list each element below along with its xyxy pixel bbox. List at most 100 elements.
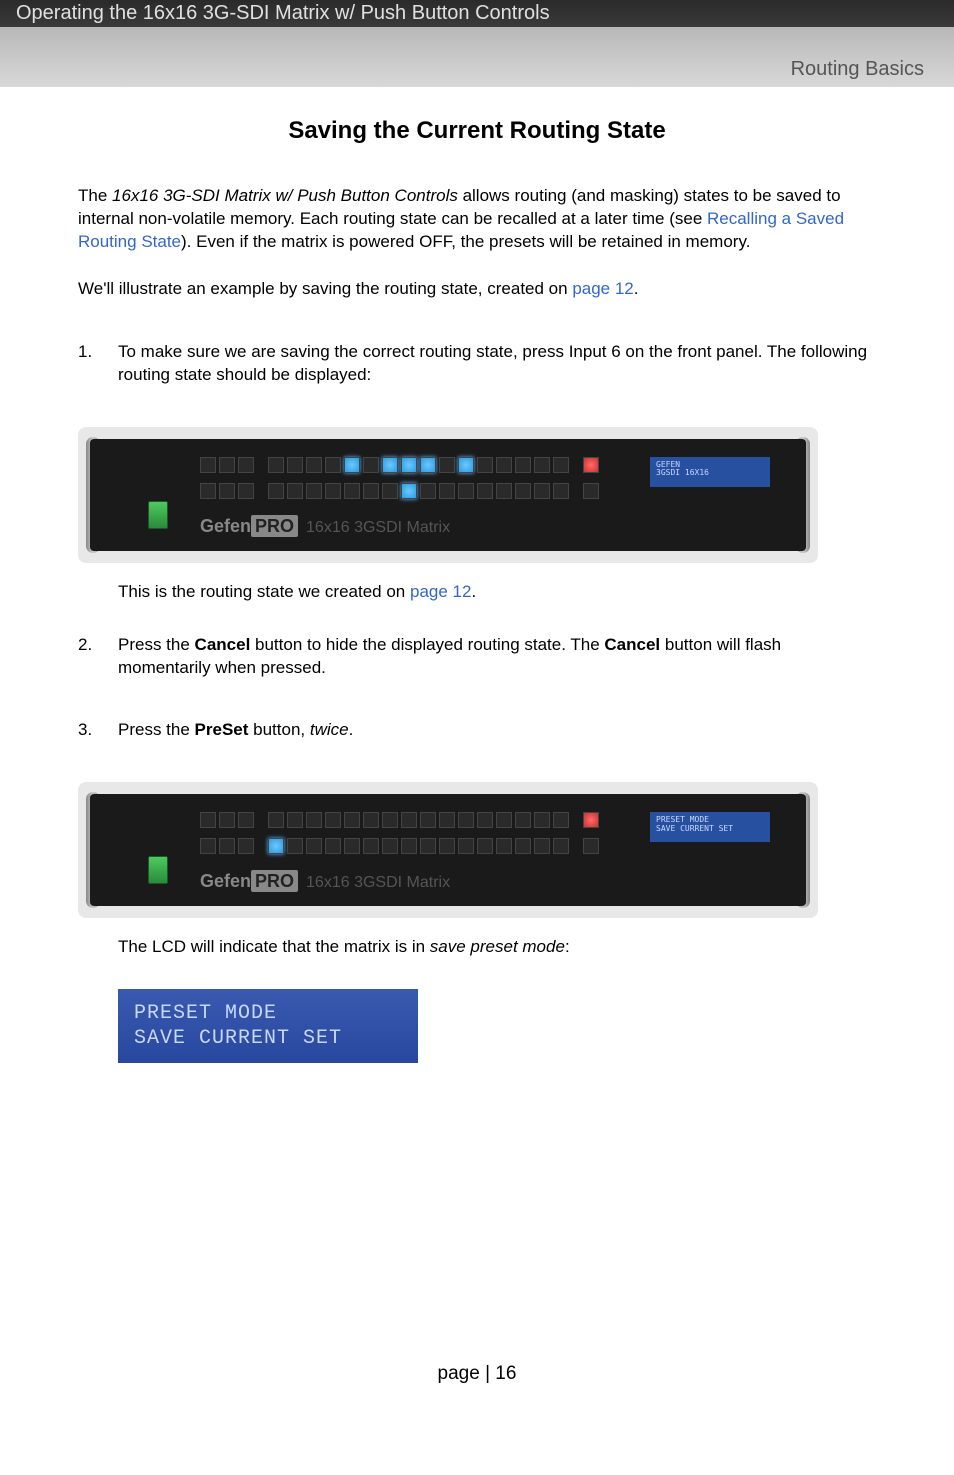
matrix-button	[458, 838, 474, 854]
s2-mid: button to hide the displayed routing sta…	[250, 635, 604, 654]
device-lcd: PRESET MODE SAVE CURRENT SET	[650, 812, 770, 842]
mode-button	[219, 812, 235, 828]
step-2-text: Press the Cancel button to hide the disp…	[118, 634, 876, 680]
lcd-line-1: PRESET MODE	[134, 1001, 402, 1026]
matrix-button	[325, 838, 341, 854]
matrix-button	[439, 483, 455, 499]
matrix-button	[458, 457, 474, 473]
step-body: Press the PreSet button, twice.	[118, 719, 876, 762]
matrix-button	[496, 457, 512, 473]
intro-post: ). Even if the matrix is powered OFF, th…	[181, 232, 750, 251]
lcd-line-2: SAVE CURRENT SET	[134, 1026, 402, 1051]
matrix-button	[287, 457, 303, 473]
matrix-button	[515, 812, 531, 828]
matrix-button	[534, 838, 550, 854]
matrix-button	[325, 457, 341, 473]
header-title: Operating the 16x16 3G-SDI Matrix w/ Pus…	[16, 2, 550, 24]
matrix-button	[553, 457, 569, 473]
matrix-button	[306, 457, 322, 473]
step-body: Press the Cancel button to hide the disp…	[118, 634, 876, 700]
matrix-button	[477, 838, 493, 854]
power-switch	[148, 501, 168, 529]
lcd-line2: 3GSDI 16X16	[656, 469, 764, 478]
matrix-button	[477, 483, 493, 499]
matrix-button	[306, 812, 322, 828]
mode-button	[238, 838, 254, 854]
matrix-button	[496, 483, 512, 499]
power-switch	[148, 856, 168, 884]
brand-pro: PRO	[251, 870, 298, 892]
matrix-button	[344, 457, 360, 473]
s3-post: .	[349, 720, 354, 739]
mode-button	[200, 483, 216, 499]
matrix-button	[363, 483, 379, 499]
matrix-button	[553, 812, 569, 828]
step-list-2: 2. Press the Cancel button to hide the d…	[78, 634, 876, 763]
matrix-button	[534, 483, 550, 499]
matrix-button	[344, 838, 360, 854]
matrix-button	[268, 483, 284, 499]
brand-sub: 16x16 3GSDI Matrix	[306, 519, 450, 536]
power-indicator	[583, 812, 599, 828]
device-panel: PRESET MODE SAVE CURRENT SET GefenPRO16x…	[90, 794, 806, 906]
after-img1-text: This is the routing state we created on …	[118, 581, 876, 604]
page-header-bar: Operating the 16x16 3G-SDI Matrix w/ Pus…	[0, 0, 954, 27]
matrix-button	[458, 812, 474, 828]
bottom-button-row	[200, 838, 599, 854]
mode-button	[219, 457, 235, 473]
device-panel: GEFEN 3GSDI 16X16 GefenPRO16x16 3GSDI Ma…	[90, 439, 806, 551]
matrix-button	[515, 838, 531, 854]
step-list: 1. To make sure we are saving the correc…	[78, 341, 876, 407]
twice-italic: twice	[310, 720, 349, 739]
matrix-button	[420, 838, 436, 854]
device-lcd: GEFEN 3GSDI 16X16	[650, 457, 770, 487]
page12-link[interactable]: page 12	[572, 279, 633, 298]
matrix-button	[477, 812, 493, 828]
mode-button	[219, 838, 235, 854]
matrix-button	[382, 812, 398, 828]
ai2-pre: The LCD will indicate that the matrix is…	[118, 937, 430, 956]
content-area: Saving the Current Routing State The 16x…	[0, 87, 954, 1103]
bottom-button-row	[200, 483, 599, 499]
cancel-bold-2: Cancel	[604, 635, 660, 654]
power-indicator	[583, 457, 599, 473]
matrix-button	[534, 812, 550, 828]
brand-label: GefenPRO16x16 3GSDI Matrix	[200, 516, 450, 537]
step-num: 1.	[78, 341, 118, 407]
matrix-button	[496, 838, 512, 854]
step-num: 3.	[78, 719, 118, 762]
main-heading: Saving the Current Routing State	[78, 117, 876, 145]
s3-mid: button,	[248, 720, 309, 739]
matrix-button	[401, 812, 417, 828]
step-body: To make sure we are saving the correct r…	[118, 341, 876, 407]
mode-button	[238, 457, 254, 473]
s2-pre: Press the	[118, 635, 195, 654]
matrix-button	[534, 457, 550, 473]
top-button-row	[200, 812, 599, 828]
section-label: Routing Basics	[791, 58, 924, 81]
s3-pre: Press the	[118, 720, 195, 739]
ex-post: .	[634, 279, 639, 298]
mode-button	[200, 838, 216, 854]
mode-button	[238, 812, 254, 828]
example-paragraph: We'll illustrate an example by saving th…	[78, 278, 876, 301]
lcd-closeup: PRESET MODE SAVE CURRENT SET	[118, 989, 418, 1063]
matrix-button	[496, 812, 512, 828]
matrix-button	[363, 838, 379, 854]
sub-header: Routing Basics	[0, 27, 954, 87]
step-3: 3. Press the PreSet button, twice.	[78, 719, 876, 762]
matrix-button	[477, 457, 493, 473]
matrix-button	[325, 483, 341, 499]
step-1: 1. To make sure we are saving the correc…	[78, 341, 876, 407]
matrix-button	[287, 483, 303, 499]
matrix-button	[420, 483, 436, 499]
ai1-post: .	[471, 582, 476, 601]
mode-button	[200, 812, 216, 828]
page12-link-2[interactable]: page 12	[410, 582, 471, 601]
product-name: 16x16 3G-SDI Matrix w/ Push Button Contr…	[112, 186, 458, 205]
intro-paragraph: The 16x16 3G-SDI Matrix w/ Push Button C…	[78, 185, 876, 254]
ai2-post: :	[565, 937, 570, 956]
matrix-button	[439, 838, 455, 854]
step-1-text: To make sure we are saving the correct r…	[118, 341, 876, 387]
after-img2-text: The LCD will indicate that the matrix is…	[118, 936, 876, 959]
